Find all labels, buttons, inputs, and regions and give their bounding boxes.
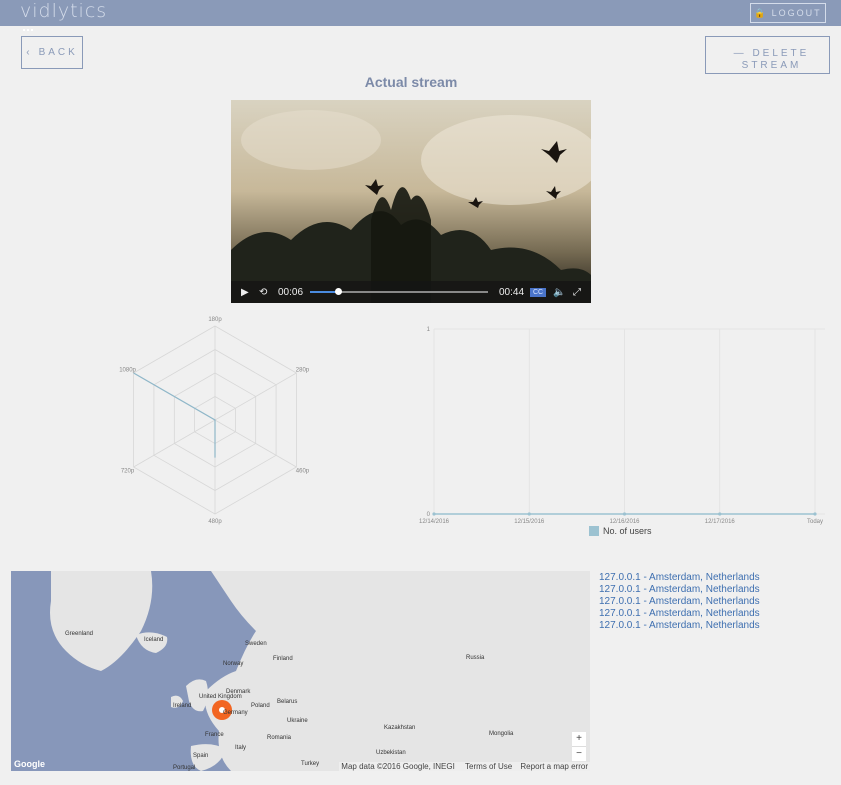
list-item[interactable]: 127.0.0.1 - Amsterdam, Netherlands [599, 596, 760, 608]
progress-fill [310, 291, 335, 293]
radar-label: 720p [121, 469, 135, 475]
x-tick-label: Today [807, 519, 823, 525]
list-item[interactable]: 127.0.0.1 - Amsterdam, Netherlands [599, 608, 760, 620]
map-country-label: Turkey [301, 761, 319, 767]
page-title: Actual stream [364, 74, 458, 90]
map-country-label: Romania [267, 735, 292, 741]
data-point[interactable] [527, 512, 531, 516]
map-country-label: Denmark [226, 689, 251, 695]
play-icon[interactable]: ▶ [241, 287, 249, 298]
data-point[interactable] [718, 512, 722, 516]
resolution-radar-chart: 180p 280p 460p 480p 720p 1080p [119, 317, 310, 525]
y-tick-label: 0 [427, 512, 431, 518]
minus-icon: — [733, 47, 747, 59]
lock-icon: 🔒 [754, 7, 768, 18]
map-country-label: Ukraine [287, 718, 308, 724]
map-country-label: France [205, 732, 224, 738]
y-tick-label: 1 [427, 327, 431, 333]
radar-label: 1080p [119, 368, 136, 374]
delete-label-1: DELETE [752, 47, 810, 59]
users-line-chart: 12/14/2016 12/15/2016 12/16/2016 12/17/2016… [419, 327, 825, 536]
map-country-label: Kazakhstan [384, 725, 415, 731]
cc-button[interactable]: CC [530, 287, 547, 297]
map-country-label: Ireland [173, 703, 191, 709]
zoom-controls: + − [572, 732, 586, 761]
back-button[interactable]: ‹ BACK [21, 36, 83, 69]
line-chart-ticks: 12/14/2016 12/15/2016 12/16/2016 12/17/2016… [419, 327, 823, 525]
radar-label: 480p [208, 519, 222, 525]
legend-swatch [589, 526, 599, 536]
report-link[interactable]: Report a map error [520, 762, 588, 771]
x-tick-label: 12/15/2016 [514, 519, 545, 525]
map-footer: Map data ©2016 Google, INEGI Terms of Us… [339, 762, 590, 771]
data-point[interactable] [432, 512, 436, 516]
map-country-label: Portugal [173, 765, 195, 771]
top-bar: vidlytics 🔒 LOGOUT [0, 0, 841, 31]
video-controls: ▶ ⟲ 00:06 00:44 CC 🔈 ⤢ [231, 281, 591, 303]
data-point[interactable] [813, 512, 817, 516]
delete-stream-button[interactable]: — DELETE STREAM [705, 36, 830, 74]
map-country-label: Mongolia [489, 731, 514, 737]
current-time: 00:06 [278, 286, 304, 298]
logo-dots-icon [23, 18, 35, 36]
map-canvas: Greenland Iceland Sweden Finland Norway Russi… [50, 571, 590, 771]
map-country-label: Belarus [277, 699, 297, 705]
google-attribution: Google [14, 759, 45, 769]
list-item[interactable]: 127.0.0.1 - Amsterdam, Netherlands [599, 572, 760, 584]
map-country-label: Spain [193, 753, 208, 759]
map-country-label: Sweden [245, 641, 267, 647]
map-country-label: Greenland [65, 631, 93, 637]
radar-label: 460p [296, 469, 310, 475]
list-item[interactable]: 127.0.0.1 - Amsterdam, Netherlands [599, 584, 760, 596]
map-country-label: Italy [235, 745, 246, 751]
terms-link[interactable]: Terms of Use [465, 762, 512, 771]
logout-button[interactable]: 🔒 LOGOUT [750, 3, 826, 23]
delete-label-2: STREAM [741, 59, 802, 71]
map-country-label: Norway [223, 661, 243, 667]
back-button-label: BACK [38, 47, 78, 58]
list-item[interactable]: 127.0.0.1 - Amsterdam, Netherlands [599, 620, 760, 632]
line-chart-grid [433, 328, 825, 515]
map-country-label: Uzbekistan [376, 750, 406, 756]
map-country-label: Germany [223, 710, 248, 716]
x-tick-label: 12/14/2016 [419, 519, 450, 525]
map-country-label: Iceland [144, 637, 163, 643]
map-country-label: Finland [273, 656, 293, 662]
x-tick-label: 12/16/2016 [609, 519, 640, 525]
data-point[interactable] [622, 512, 627, 516]
replay-icon[interactable]: ⟲ [259, 287, 267, 298]
visitor-map[interactable]: Greenland Iceland Sweden Finland Norway Russi… [11, 571, 590, 771]
zoom-out-button[interactable]: − [572, 746, 586, 761]
x-tick-label: 12/17/2016 [705, 519, 736, 525]
legend-label: No. of users [603, 526, 652, 536]
duration: 00:44 [499, 286, 525, 298]
volume-icon[interactable]: 🔈 [553, 287, 565, 298]
zoom-in-button[interactable]: + [572, 732, 586, 746]
map-country-label: Poland [251, 703, 270, 709]
video-frame [231, 100, 591, 303]
map-data-attribution: Map data ©2016 Google, INEGI [341, 762, 455, 771]
logout-label: LOGOUT [771, 8, 822, 18]
progress-knob[interactable] [335, 288, 342, 295]
chevron-left-icon: ‹ [26, 47, 33, 58]
radar-label: 180p [208, 317, 222, 323]
video-player[interactable]: ▶ ⟲ 00:06 00:44 CC 🔈 ⤢ [231, 100, 591, 303]
map-country-label: Russia [466, 655, 485, 661]
fullscreen-icon[interactable]: ⤢ [573, 287, 581, 298]
radar-label: 280p [296, 368, 310, 374]
visitor-list: 127.0.0.1 - Amsterdam, Netherlands 127.0… [599, 572, 760, 632]
